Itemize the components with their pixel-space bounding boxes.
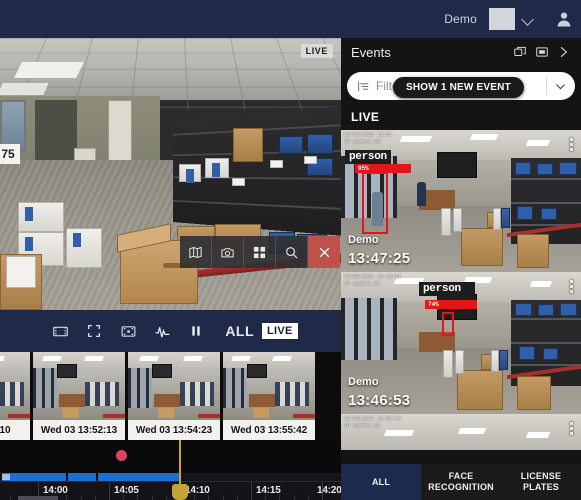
live-mode-badge[interactable]: LIVE (262, 323, 298, 339)
event-osd-line1: 03/08/2022 13:46:51 (344, 274, 402, 280)
event-timestamp: 13:47:25 (348, 250, 411, 267)
chevron-down-icon[interactable] (521, 12, 535, 26)
thumbnail-image (0, 352, 30, 420)
event-osd-line2: IP Camera 03 (344, 281, 381, 287)
detection-bounding-box (362, 172, 388, 234)
filter-divider (546, 77, 547, 95)
user-avatar-icon[interactable] (555, 10, 573, 28)
thumbnail-image (223, 352, 315, 420)
color-swatch[interactable] (489, 8, 515, 30)
chevron-down-icon[interactable] (554, 80, 567, 93)
event-osd-overlay: 03/08/2022 13:50:44 IP Camera 03 (344, 416, 401, 430)
close-panel-icon[interactable] (553, 41, 575, 63)
event-osd-line2: IP Camera 03 (344, 423, 381, 429)
events-list[interactable]: 03/08/2022 13:51 IP Camera 03 person 95%… (341, 130, 581, 452)
event-osd-line2: IP Camera 03 (344, 139, 381, 145)
top-bar: Demo (0, 0, 581, 38)
popout-window-icon[interactable] (509, 41, 531, 63)
thumbnail-caption: Wed 03 13:54:23 (128, 420, 220, 440)
scene-price-sign: 75 (0, 144, 20, 164)
fullscreen-icon[interactable] (77, 316, 111, 346)
detection-bounding-box (442, 312, 454, 336)
events-section-label: LIVE (351, 110, 380, 124)
map-icon[interactable] (180, 236, 212, 268)
timeline-tick-label: 14:20 (317, 485, 342, 496)
events-panel-title: Events (351, 44, 391, 60)
tab-all[interactable]: ALL (341, 464, 421, 500)
video-tool-cluster (180, 236, 340, 268)
tab-license-plates-label: LICENSE PLATES (520, 471, 562, 492)
timeline-tick-label: 14:10 (185, 485, 210, 496)
player-control-bar: ALL LIVE (0, 310, 341, 352)
pause-icon[interactable] (179, 316, 213, 346)
filter-icon (357, 80, 370, 93)
tab-all-label: ALL (371, 476, 391, 487)
tab-face-recognition-label: FACE RECOGNITION (428, 471, 494, 492)
show-new-event-button[interactable]: SHOW 1 NEW EVENT (393, 77, 524, 98)
events-panel-header: Events (341, 38, 581, 66)
event-osd-overlay: 03/08/2022 13:46:51 IP Camera 03 (344, 274, 401, 288)
detection-class-label: person (419, 282, 475, 296)
event-card[interactable]: 03/08/2022 13:50:44 IP Camera 03 (341, 414, 581, 450)
kebab-menu-icon[interactable] (570, 280, 574, 295)
detection-confidence: 74% (425, 300, 477, 309)
tab-face-recognition[interactable]: FACE RECOGNITION (421, 464, 501, 500)
thumbnail-caption: Wed 03 13:55:42 (223, 420, 315, 440)
all-cameras-label[interactable]: ALL (225, 323, 254, 339)
thumbnail-item[interactable]: 03 13:50:10 (0, 352, 33, 440)
grid-layout-icon[interactable] (244, 236, 276, 268)
timeline-scrollbar[interactable] (18, 496, 58, 500)
app-root: Demo 75 LIVE ALL LIVE 10 Wed 03 13:52:13… (0, 0, 581, 500)
event-camera-name: Demo (348, 376, 379, 388)
live-video-pane[interactable]: 75 LIVE (0, 38, 341, 310)
ceiling-light (0, 83, 49, 95)
thumbnail-item[interactable]: Wed 03 13:55:42 (223, 352, 318, 440)
thumbnail-image (128, 352, 220, 420)
timeline-playhead[interactable] (179, 440, 181, 488)
event-camera-name: Demo (348, 234, 379, 246)
timeline-tick-label: 14:05 (114, 485, 139, 496)
event-timestamp: 13:46:53 (348, 392, 411, 409)
timeline-tick-label: 14:15 (256, 485, 281, 496)
event-osd-line1: 03/08/2022 13:50:44 (344, 416, 402, 422)
kebab-menu-icon[interactable] (570, 138, 574, 153)
thumbnail-item[interactable]: Wed 03 13:52:13 (33, 352, 128, 440)
events-panel: Events Filter LIVE 03/08/2022 13:51 IP C… (341, 38, 581, 500)
timeline[interactable]: 14:00 14:05 14:10 14:15 14:20 (0, 440, 342, 500)
close-icon[interactable] (308, 236, 340, 268)
event-osd-line1: 03/08/2022 13:51 (344, 132, 393, 138)
activity-pulse-icon[interactable] (145, 316, 179, 346)
timeline-playhead-handle[interactable] (172, 484, 188, 500)
event-card[interactable]: 03/08/2022 13:46:51 IP Camera 03 person … (341, 272, 581, 414)
user-name-label: Demo (444, 12, 477, 26)
video-frame: 75 (0, 38, 341, 310)
timeline-tick-label: 14:00 (43, 485, 68, 496)
thumbnail-item[interactable]: Wed 03 13:54:23 (128, 352, 223, 440)
timeline-event-marker[interactable] (116, 450, 127, 461)
fit-to-screen-icon[interactable] (111, 316, 145, 346)
detection-class-label: person (345, 150, 391, 164)
kebab-menu-icon[interactable] (570, 422, 574, 437)
thumbnail-caption: Wed 03 13:52:13 (33, 420, 125, 440)
scene-label (6, 256, 36, 288)
thumbnail-image (33, 352, 125, 420)
thumbnail-caption: 03 13:50:10 (0, 420, 30, 440)
event-osd-overlay: 03/08/2022 13:51 IP Camera 03 (344, 132, 392, 146)
event-card[interactable]: 03/08/2022 13:51 IP Camera 03 person 95%… (341, 130, 581, 272)
filmstrip-icon[interactable] (43, 316, 77, 346)
ceiling-light (14, 62, 84, 78)
camera-snapshot-icon[interactable] (212, 236, 244, 268)
search-icon[interactable] (276, 236, 308, 268)
events-tab-bar: ALL FACE RECOGNITION LICENSE PLATES (341, 464, 581, 500)
video-live-badge: LIVE (300, 44, 333, 58)
timeline-range-start-cap (2, 474, 10, 480)
timeline-track[interactable] (0, 473, 341, 481)
dock-panel-icon[interactable] (531, 41, 553, 63)
timeline-recorded-range (2, 473, 180, 481)
thumbnail-strip[interactable]: 03 13:50:10 Wed 03 13:52:13 Wed 03 13:54… (0, 352, 341, 440)
tab-license-plates[interactable]: LICENSE PLATES (501, 464, 581, 500)
